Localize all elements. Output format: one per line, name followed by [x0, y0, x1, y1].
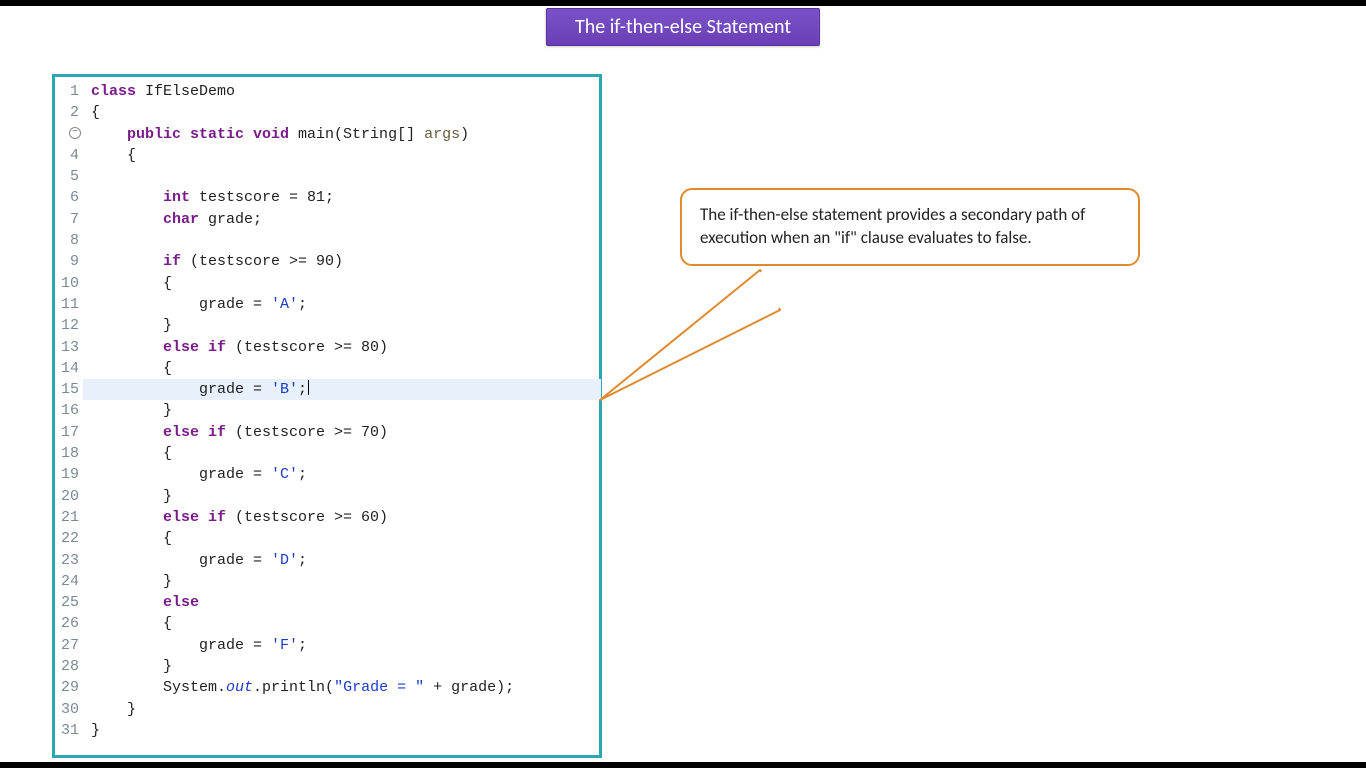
line-number: 2 [55, 102, 79, 123]
line-number: 24 [55, 571, 79, 592]
code-line: else if (testscore >= 60) [91, 507, 599, 528]
line-number: 21 [55, 507, 79, 528]
code-line: grade = 'A'; [91, 294, 599, 315]
line-number: 30 [55, 699, 79, 720]
line-number: 18 [55, 443, 79, 464]
fold-toggle-icon[interactable]: − [69, 127, 81, 139]
code-line: class IfElseDemo [91, 81, 599, 102]
code-line: { [91, 145, 599, 166]
line-number: 4 [55, 145, 79, 166]
code-line: } [91, 571, 599, 592]
line-number: 5 [55, 166, 79, 187]
callout-text: The if-then-else statement provides a se… [700, 204, 1085, 248]
text-cursor [308, 380, 309, 395]
line-number: 29 [55, 677, 79, 698]
code-line: } [91, 315, 599, 336]
code-line: { [91, 102, 599, 123]
code-line: grade = 'D'; [91, 550, 599, 571]
line-number: 20 [55, 486, 79, 507]
line-number: 17 [55, 422, 79, 443]
top-border [0, 0, 1366, 6]
code-area: class IfElseDemo{ public static void mai… [83, 77, 599, 755]
callout-box: The if-then-else statement provides a se… [680, 188, 1140, 266]
line-number: 11 [55, 294, 79, 315]
code-line: System.out.println("Grade = " + grade); [91, 677, 599, 698]
line-number: 8 [55, 230, 79, 251]
line-number: 12 [55, 315, 79, 336]
line-number: 13 [55, 337, 79, 358]
code-line: } [91, 486, 599, 507]
code-editor-panel: 1234567891011121314151617181920212223242… [52, 74, 602, 758]
code-line: else if (testscore >= 70) [91, 422, 599, 443]
code-line: { [91, 358, 599, 379]
code-line [91, 166, 599, 187]
line-number: 14 [55, 358, 79, 379]
code-line: { [91, 613, 599, 634]
slide-title: The if-then-else Statement [546, 8, 820, 46]
callout-box-wrap: The if-then-else statement provides a se… [680, 188, 1140, 266]
code-line [91, 230, 599, 251]
line-number: 7 [55, 209, 79, 230]
line-number: 1 [55, 81, 79, 102]
code-line: grade = 'B'; [83, 379, 601, 400]
code-line: } [91, 656, 599, 677]
code-line: char grade; [91, 209, 599, 230]
code-line: int testscore = 81; [91, 187, 599, 208]
code-line: } [91, 720, 599, 741]
line-number-gutter: 1234567891011121314151617181920212223242… [55, 77, 83, 755]
code-line: grade = 'C'; [91, 464, 599, 485]
code-line: public static void main(String[] args)− [91, 124, 599, 145]
line-number: 9 [55, 251, 79, 272]
code-line: } [91, 699, 599, 720]
line-number: 22 [55, 528, 79, 549]
code-line: if (testscore >= 90) [91, 251, 599, 272]
line-number: 26 [55, 613, 79, 634]
line-number: 25 [55, 592, 79, 613]
line-number: 31 [55, 720, 79, 741]
line-number: 16 [55, 400, 79, 421]
line-number: 6 [55, 187, 79, 208]
line-number: 28 [55, 656, 79, 677]
code-line: } [91, 400, 599, 421]
line-number: 19 [55, 464, 79, 485]
code-line: { [91, 443, 599, 464]
bottom-border [0, 762, 1366, 768]
code-line: grade = 'F'; [91, 635, 599, 656]
line-number: 23 [55, 550, 79, 571]
code-line: else if (testscore >= 80) [91, 337, 599, 358]
line-number: 10 [55, 273, 79, 294]
code-line: else [91, 592, 599, 613]
line-number: 15 [55, 379, 79, 400]
code-line: { [91, 528, 599, 549]
code-line: { [91, 273, 599, 294]
line-number: 27 [55, 635, 79, 656]
